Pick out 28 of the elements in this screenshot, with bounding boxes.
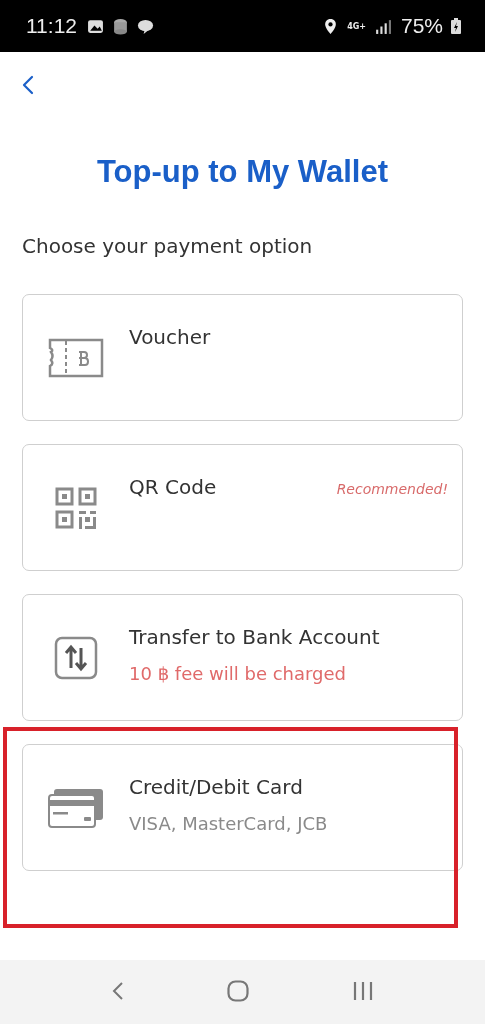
up-down-arrows-icon — [54, 635, 98, 680]
recommended-tag: Recommended! — [336, 481, 448, 497]
section-label: Choose your payment option — [22, 234, 314, 258]
image-icon — [87, 17, 104, 35]
ticket-icon — [48, 337, 104, 378]
battery-icon — [451, 18, 461, 34]
payment-option-card[interactable]: Voucher — [22, 294, 463, 421]
signal-icon — [373, 17, 391, 35]
option-title: QR Code — [129, 475, 217, 499]
battery-percent: 75% — [400, 14, 443, 38]
chat-bubble-icon — [137, 17, 154, 35]
option-title: Voucher — [129, 325, 211, 349]
stack-icon — [112, 17, 129, 35]
option-note: 10 ฿ fee will be charged — [129, 663, 348, 684]
back-icon[interactable] — [111, 979, 124, 1002]
recent-apps-icon[interactable] — [351, 979, 374, 1002]
network-type: 4G+ — [347, 21, 366, 31]
home-icon[interactable] — [226, 979, 249, 1002]
option-note: VISA, MasterCard, JCB — [129, 813, 329, 834]
payment-option-card[interactable]: Credit/Debit Card VISA, MasterCard, JCB — [22, 744, 463, 871]
payment-option-card[interactable]: Transfer to Bank Account 10 ฿ fee will be charged — [22, 594, 463, 721]
payment-option-card[interactable]: QR Code Recommended! — [22, 444, 463, 571]
credit-card-icon — [48, 787, 104, 828]
clock-time: 11:12 — [26, 14, 77, 38]
qr-code-icon — [55, 486, 97, 529]
option-title: Credit/Debit Card — [129, 775, 303, 799]
page-title: Top-up to My Wallet — [96, 154, 389, 190]
option-title: Transfer to Bank Account — [129, 625, 380, 649]
